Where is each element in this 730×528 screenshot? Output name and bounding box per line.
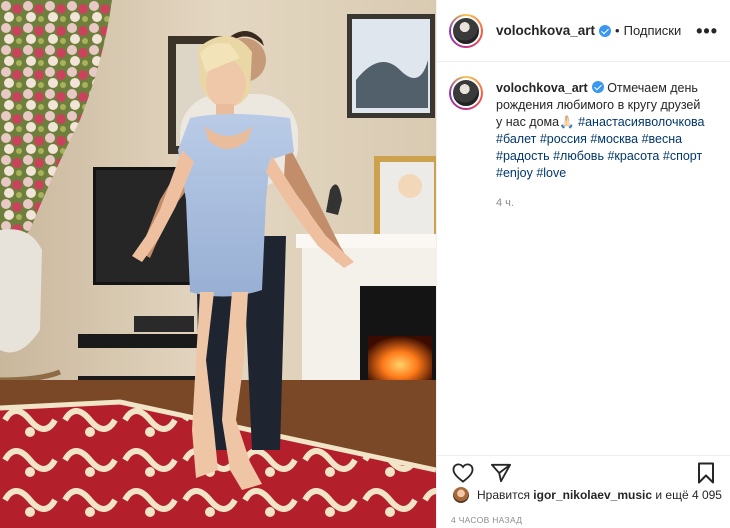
post-side-panel: volochkova_art • Подписки ••• volochkova… xyxy=(436,0,730,528)
liker-username[interactable]: igor_nikolaev_music xyxy=(533,488,652,502)
likes-prefix: Нравится xyxy=(477,488,530,502)
hashtag[interactable]: #москва xyxy=(590,132,638,146)
hashtag[interactable]: #радость xyxy=(496,149,550,163)
verified-badge-icon xyxy=(599,24,612,37)
likes-count[interactable]: и ещё 4 095 xyxy=(655,488,722,502)
post-caption: volochkova_art Отмечаем день рождения лю… xyxy=(437,62,730,212)
author-username[interactable]: volochkova_art xyxy=(496,23,595,38)
hashtag[interactable]: #анастасияволочкова xyxy=(578,115,704,129)
heart-icon[interactable] xyxy=(451,461,475,485)
hashtag[interactable]: #весна xyxy=(642,132,683,146)
caption-avatar[interactable] xyxy=(449,76,483,110)
likes-summary[interactable]: Нравится igor_nikolaev_music и ещё 4 095 xyxy=(451,487,722,503)
caption-body: volochkova_art Отмечаем день рождения лю… xyxy=(496,80,708,212)
post-timestamp[interactable]: 4 ЧАСОВ НАЗАД xyxy=(451,515,522,525)
paper-plane-icon[interactable] xyxy=(489,461,513,485)
post-photo[interactable] xyxy=(0,0,436,528)
post-header: volochkova_art • Подписки ••• xyxy=(437,0,730,62)
hashtag[interactable]: #россия xyxy=(540,132,587,146)
hashtag[interactable]: #балет xyxy=(496,132,536,146)
header-separator: • xyxy=(615,23,620,38)
hashtag[interactable]: #спорт xyxy=(663,149,702,163)
hashtag[interactable]: #love xyxy=(536,166,566,180)
liker-avatar xyxy=(453,487,469,503)
bookmark-icon[interactable] xyxy=(694,461,718,485)
more-options-icon[interactable]: ••• xyxy=(696,22,718,40)
hashtag[interactable]: #любовь xyxy=(553,149,604,163)
following-button[interactable]: Подписки xyxy=(624,23,682,38)
photo-illustration xyxy=(0,0,436,528)
caption-username[interactable]: volochkova_art xyxy=(496,81,588,95)
caption-time: 4 ч. xyxy=(496,197,514,209)
verified-badge-icon xyxy=(591,81,604,93)
author-avatar[interactable] xyxy=(449,13,483,48)
hashtag[interactable]: #enjoy xyxy=(496,166,533,180)
post-actions xyxy=(437,455,730,485)
hashtag[interactable]: #красота xyxy=(607,149,659,163)
